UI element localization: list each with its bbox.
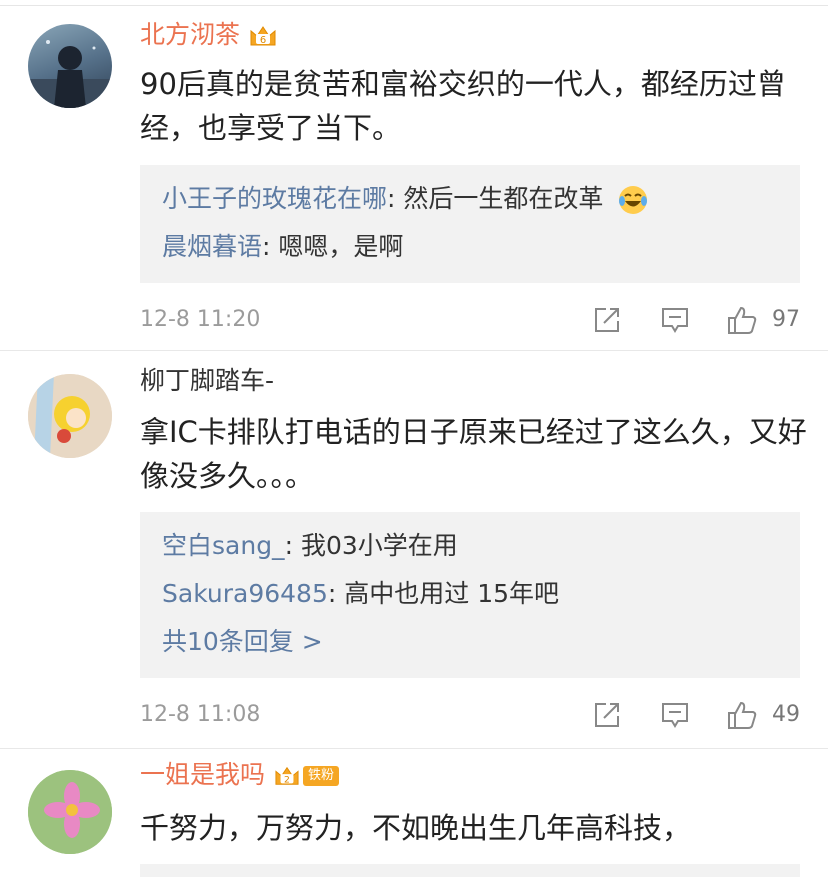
- username[interactable]: 柳丁脚踏车-: [140, 366, 274, 396]
- avatar-image-icon: [28, 770, 112, 854]
- timestamp: 12-8 11:20: [140, 307, 261, 332]
- username[interactable]: 一姐是我吗 2 铁粉: [140, 760, 340, 790]
- comment-bubble-icon[interactable]: [660, 305, 690, 335]
- crown-badge-icon[interactable]: 2: [273, 764, 301, 788]
- avatar-image-icon: [28, 374, 112, 458]
- reply-item[interactable]: 空白sang_: 我03小学在用: [162, 522, 778, 570]
- reply-box[interactable]: 空白sang_: 我03小学在用 Sakura96485: 高中也用过 15年吧…: [140, 512, 800, 678]
- reply-box[interactable]: [140, 864, 800, 877]
- svg-text:2: 2: [284, 774, 290, 785]
- comment-meta: 12-8 11:20 97: [140, 305, 800, 335]
- share-arrow-icon[interactable]: [592, 305, 622, 335]
- share-arrow-icon[interactable]: [592, 700, 622, 730]
- reply-author[interactable]: 空白sang_: [162, 531, 285, 560]
- timestamp: 12-8 11:08: [140, 702, 261, 727]
- crown-badge-icon[interactable]: 6: [248, 23, 278, 49]
- like-count: 97: [772, 307, 800, 332]
- avatar-image-icon: [28, 40, 112, 108]
- reply-author[interactable]: Sakura96485: [162, 579, 328, 608]
- comment-meta: 12-8 11:08 49: [140, 700, 800, 730]
- thumbs-up-icon[interactable]: [726, 700, 758, 730]
- avatar[interactable]: [28, 24, 112, 108]
- fan-badge[interactable]: 铁粉: [303, 766, 340, 786]
- username[interactable]: 北方沏茶 6: [140, 20, 278, 50]
- like-count: 49: [772, 702, 800, 727]
- comment-divider: [0, 350, 828, 351]
- comment-text: 90后真的是贫苦和富裕交织的一代人，都经历过曾经，也享受了当下。: [140, 67, 786, 145]
- comment-text: 拿IC卡排队打电话的日子原来已经过了这么久，又好像没多久。。。: [140, 415, 807, 493]
- reply-author[interactable]: 晨烟暮语: [162, 232, 262, 261]
- reply-item[interactable]: 晨烟暮语: 嗯嗯，是啊: [162, 223, 778, 271]
- avatar[interactable]: [28, 770, 112, 854]
- svg-text:6: 6: [260, 35, 266, 46]
- comment-bubble-icon[interactable]: [660, 700, 690, 730]
- reply-item[interactable]: 小王子的玫瑰花在哪: 然后一生都在改革: [162, 175, 778, 223]
- reply-author[interactable]: 小王子的玫瑰花在哪: [162, 184, 387, 213]
- top-divider: [0, 5, 828, 6]
- comment-text: 千努力，万努力，不如晚出生几年高科技，: [140, 811, 692, 845]
- laughing-tears-emoji-icon: [617, 184, 649, 216]
- reply-item[interactable]: Sakura96485: 高中也用过 15年吧: [162, 570, 778, 618]
- comment-divider: [0, 748, 828, 749]
- more-replies-link[interactable]: 共10条回复 >: [162, 618, 778, 666]
- avatar[interactable]: [28, 374, 112, 458]
- reply-box[interactable]: 小王子的玫瑰花在哪: 然后一生都在改革 晨烟暮语: 嗯嗯，是啊: [140, 165, 800, 283]
- thumbs-up-icon[interactable]: [726, 305, 758, 335]
